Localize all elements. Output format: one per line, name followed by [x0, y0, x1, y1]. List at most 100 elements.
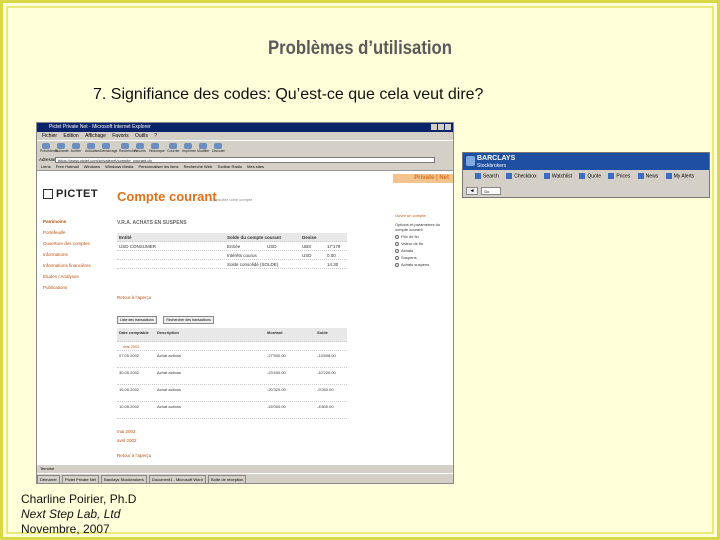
toolbar-button[interactable]: Actualiser [85, 143, 100, 154]
toolbar-button[interactable]: Courrier [167, 143, 180, 154]
radio-label: Prix de fin [401, 234, 419, 239]
radio-icon [395, 241, 399, 246]
barclays-brand-sub: Stockbrokers [477, 163, 507, 169]
table-cell: Entrée [227, 244, 241, 249]
links-item[interactable]: Mes sites [247, 164, 264, 169]
right-panel-header[interactable]: Ouvrir un compte [395, 213, 453, 218]
nav-item[interactable]: Informations [43, 252, 91, 257]
toolbar-button[interactable]: Rechercher [119, 143, 138, 154]
right-panel-text: Options et paramètres du compte courant [395, 222, 441, 232]
table-cell: Achat actions [157, 404, 182, 409]
radio-option[interactable]: Valeur de fin [395, 241, 453, 246]
toolbar-label: Rechercher [119, 149, 138, 153]
toolbar-button[interactable]: Précédente [40, 143, 58, 154]
table-cell: 30.05.2002 [119, 370, 140, 375]
nav-item[interactable]: Publications [43, 285, 91, 290]
barclays-tool[interactable]: News [637, 173, 659, 180]
radio-option[interactable]: Achats suspens [395, 262, 453, 267]
table-cell: Solde consolidé (SOLDE) [227, 262, 279, 267]
table-cell: -20'320.00 [267, 387, 286, 392]
browser-toolbar: Précédente Suivante Arrêter Actualiser D… [37, 140, 453, 156]
toolbar-button[interactable]: Imprimer [182, 143, 196, 154]
nav-item[interactable]: Patrimoine [43, 219, 91, 224]
toolbar-button[interactable]: Historique [149, 143, 165, 154]
nav-item[interactable]: Ouverture des comptes [43, 241, 91, 246]
toolbar-button[interactable]: Discuter [212, 143, 225, 154]
table-cell: -9'260.00 [317, 387, 334, 392]
page-title: Compte courant [117, 189, 217, 204]
footer-link[interactable]: avril 2002 [117, 438, 151, 443]
table-cell: Intérêts courus [227, 253, 257, 258]
links-item[interactable]: Windows Media [105, 164, 133, 169]
back-to-overview-link[interactable]: Retour à l’aperçu [117, 295, 151, 300]
credit-name: Charline Poirier, Ph.D [21, 492, 137, 506]
table-row: Solde consolidé (SOLDE) 14.30 [117, 260, 347, 269]
toolbar-button[interactable]: Arrêter [70, 143, 82, 154]
taskbar-item[interactable]: Boîte de réception [207, 475, 247, 483]
radio-option[interactable]: Prix de fin [395, 234, 453, 239]
table-cell: 07.05.2002 [119, 353, 140, 358]
close-button[interactable] [445, 124, 451, 130]
nav-item[interactable]: Informations financières [43, 263, 91, 268]
barclays-tool[interactable]: Watchlist [543, 173, 572, 179]
checkbox-icon [506, 173, 513, 179]
prices-icon [608, 173, 615, 179]
taskbar-item[interactable]: Document1 - Microsoft Word [148, 475, 206, 483]
column-header: Description [157, 330, 180, 335]
links-item[interactable]: Free Hotmail [56, 164, 79, 169]
radio-icon [395, 234, 399, 239]
toolbar-button[interactable]: Favoris [134, 143, 146, 154]
toolbar-button[interactable]: Suivante [55, 143, 69, 154]
alerts-icon [665, 173, 672, 179]
links-item[interactable]: Windows [84, 164, 100, 169]
barclays-tool[interactable]: Quote [579, 173, 601, 179]
barclays-tool[interactable]: Checkbox [506, 173, 536, 179]
menu-item[interactable]: Fichier [42, 133, 57, 139]
table-row: 30.05.2002 Achat actions -23'400.00 -10'… [117, 368, 347, 385]
address-input[interactable]: https://www.pictet.com/privatenet/compte… [55, 157, 435, 163]
barclays-back-button[interactable]: ◄ [466, 187, 478, 195]
footer-link[interactable]: Retour à l’aperçu [117, 453, 151, 458]
credit-org: Next Step Lab, Ltd [21, 507, 121, 521]
radio-icon [395, 255, 399, 260]
footer-link[interactable]: mai 2002 [117, 429, 151, 434]
table-cell: 15.05.2002 [119, 387, 140, 392]
links-item[interactable]: Recherche Web [184, 164, 213, 169]
menu-item[interactable]: Favoris [112, 133, 128, 139]
links-item[interactable]: Liens [41, 164, 51, 169]
tool-label: News [645, 173, 659, 180]
address-bar: Adresse https://www.pictet.com/privatene… [37, 156, 453, 164]
start-button[interactable]: Démarrer [37, 475, 60, 483]
table-cell: -27'500.00 [267, 353, 286, 358]
group-row[interactable]: mai 2002 [117, 342, 347, 351]
table-cell: UBS [302, 244, 312, 249]
table-cell: Achat actions [157, 370, 182, 375]
nav-item[interactable]: Etudes / Analyses [43, 274, 91, 279]
barclays-select[interactable]: Go [481, 187, 501, 195]
taskbar-item[interactable]: Barclays Stockbrokers [101, 475, 147, 483]
menu-item[interactable]: ? [154, 133, 157, 139]
taskbar-item[interactable]: Pictet Private Net [62, 475, 99, 483]
barclays-tool[interactable]: Search [475, 173, 499, 179]
links-item[interactable]: Toolbar Radio [217, 164, 242, 169]
transactions-list-button[interactable]: Liste des transactions [117, 316, 157, 324]
column-header: Devise [302, 235, 317, 240]
menu-item[interactable]: Outils [135, 133, 148, 139]
table-row: 07.05.2002 Achat actions -27'500.00 -13'… [117, 351, 347, 368]
minimize-button[interactable] [431, 124, 437, 130]
menu-item[interactable]: Edition [63, 133, 78, 139]
search-transactions-button[interactable]: Rechercher des transactions [163, 316, 214, 324]
menu-item[interactable]: Affichage [85, 133, 106, 139]
radio-option[interactable]: Suspens [395, 255, 453, 260]
radio-option[interactable]: Achats [395, 248, 453, 253]
browser-title: Pictet Private Net - Microsoft Internet … [49, 124, 151, 130]
nav-item[interactable]: Portefeuille [43, 230, 91, 235]
links-item[interactable]: Personnaliser les liens [138, 164, 178, 169]
toolbar-button[interactable]: Modifier [197, 143, 209, 154]
barclays-tool[interactable]: Prices [608, 173, 630, 179]
maximize-button[interactable] [438, 124, 444, 130]
left-nav: Patrimoine Portefeuille Ouverture des co… [43, 219, 91, 296]
barclays-tool[interactable]: My Alerts [665, 173, 694, 179]
toolbar-button[interactable]: Démarrage [100, 143, 118, 154]
private-net-banner: Private | Net [393, 174, 453, 183]
